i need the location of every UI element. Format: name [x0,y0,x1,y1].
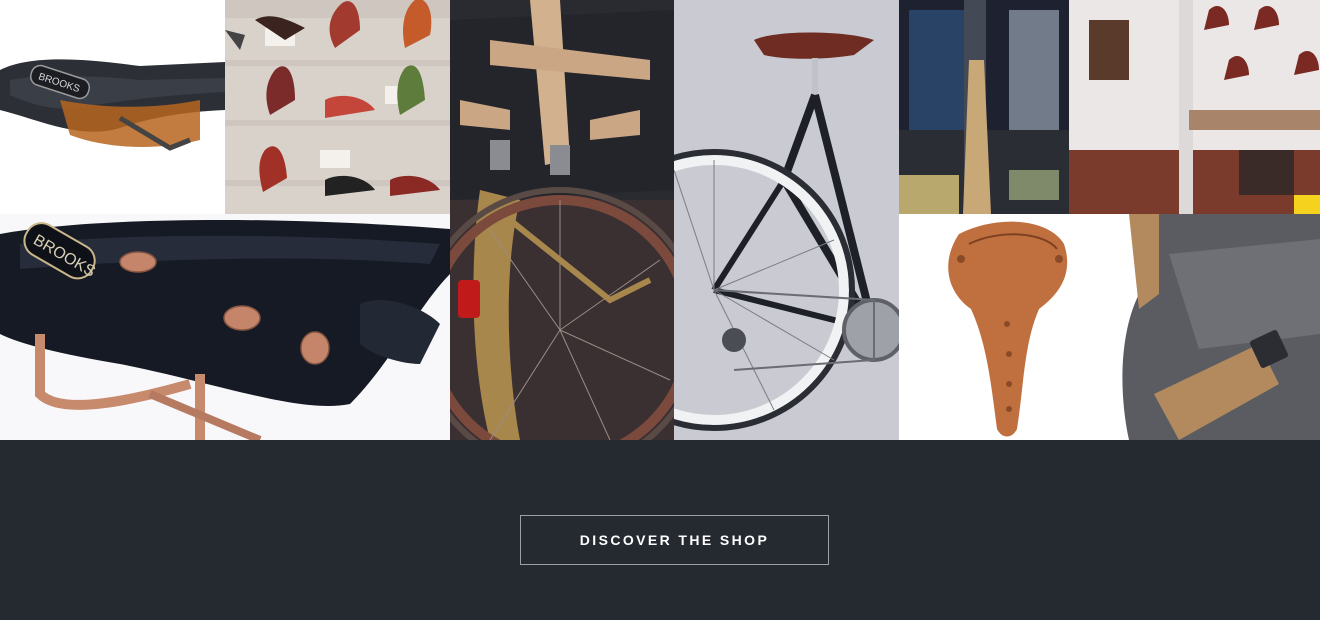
gallery-photo-pannier [450,0,674,440]
gallery-photo-saddle-closeup: BROOKS [0,214,450,440]
gallery-photo-bicycle [674,0,899,440]
gallery-photo-saddle-wall [225,0,450,214]
gallery-photo-saddle-black: BROOKS [0,0,225,214]
gallery-photo-copper-saddle [899,214,1320,440]
discover-shop-button[interactable]: DISCOVER THE SHOP [520,515,829,565]
photo-gallery: BROOKS BROOKS [0,0,1320,440]
gallery-photo-shop-interior [899,0,1320,214]
footer-section: DISCOVER THE SHOP [0,440,1320,620]
